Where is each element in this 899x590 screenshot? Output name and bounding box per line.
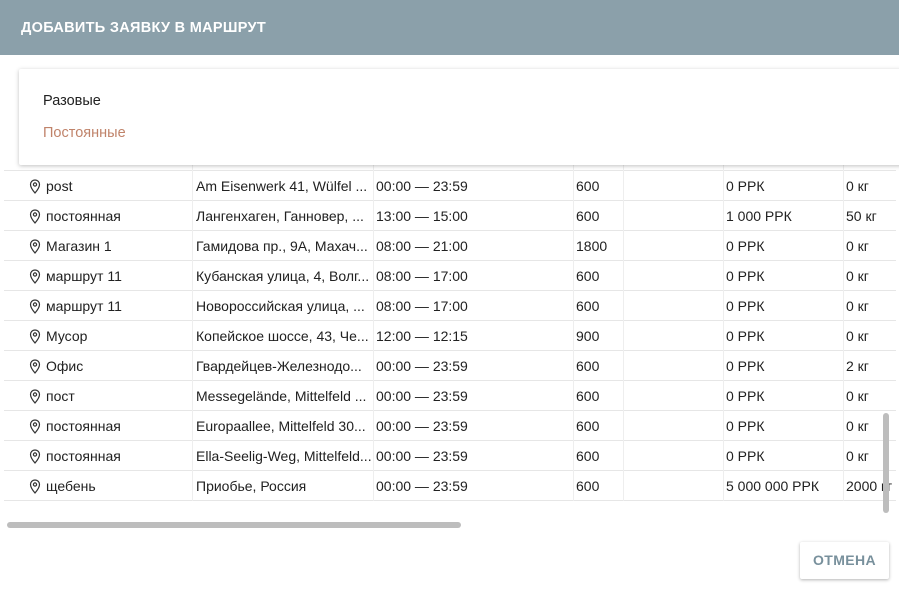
row-price: 0 РРК — [724, 381, 844, 411]
row-price: 0 РРК — [724, 321, 844, 351]
row-empty-cell — [624, 381, 724, 411]
row-empty-cell — [624, 201, 724, 231]
horizontal-scrollbar[interactable] — [7, 522, 461, 528]
table-row[interactable]: маршрут 11 Кубанская улица, 4, Волг... 08:… — [4, 261, 896, 291]
row-price: 0 РРК — [724, 231, 844, 261]
row-name: постоянная — [4, 411, 193, 441]
row-address: Messegelände, Mittelfeld ... — [193, 381, 374, 411]
dialog-title: ДОБАВИТЬ ЗАЯВКУ В МАРШРУТ — [21, 20, 267, 36]
table-row[interactable]: постоянная Ella-Seelig-Weg, Mittelfeld...… — [4, 441, 896, 471]
row-price: 0 РРК — [724, 351, 844, 381]
row-address: Am Eisenwerk 41, Wülfel ... — [193, 171, 374, 201]
row-address: Лангенхаген, Ганновер, ... — [193, 201, 374, 231]
table-row[interactable]: Магазин 1 Гамидова пр., 9А, Махач... 08:00… — [4, 231, 896, 261]
row-time: 00:00 — 23:59 — [374, 171, 574, 201]
row-price: 0 РРК — [724, 411, 844, 441]
row-weight: 50 кг — [846, 208, 877, 224]
row-duration: 900 — [574, 321, 624, 351]
row-empty-cell — [624, 231, 724, 261]
row-weight: 0 кг — [846, 298, 869, 314]
row-address: Ella-Seelig-Weg, Mittelfeld... — [193, 441, 374, 471]
row-name: постоянная — [4, 441, 193, 471]
row-price: 0 РРК — [724, 171, 844, 201]
row-weight: 0 кг — [846, 268, 869, 284]
row-weight: 2 кг — [846, 358, 869, 374]
row-address: Кубанская улица, 4, Волг... — [193, 261, 374, 291]
row-weight: 0 кг — [846, 388, 869, 404]
vertical-scrollbar[interactable] — [883, 413, 889, 513]
row-duration: 600 — [574, 351, 624, 381]
row-price: 0 РРК — [724, 261, 844, 291]
row-empty-cell — [624, 471, 724, 501]
row-address: Гвардейцев-Железнодо... — [193, 351, 374, 381]
dialog-header: ДОБАВИТЬ ЗАЯВКУ В МАРШРУТ — [0, 0, 899, 55]
row-duration: 600 — [574, 471, 624, 501]
table-row[interactable]: пост Messegelände, Mittelfeld ... 00:00 — … — [4, 381, 896, 411]
row-address: Копейское шоссе, 43, Че... — [193, 321, 374, 351]
row-empty-cell — [624, 411, 724, 441]
row-duration: 600 — [574, 381, 624, 411]
row-name: постоянная — [4, 201, 193, 231]
table-row[interactable]: Мусор Копейское шоссе, 43, Че... 12:00 — 1… — [4, 321, 896, 351]
table-row[interactable]: маршрут 11 Новороссийская улица, ... 08:00… — [4, 291, 896, 321]
row-empty-cell — [624, 261, 724, 291]
row-address: Приобье, Россия — [193, 471, 374, 501]
row-empty-cell — [624, 321, 724, 351]
row-name: Магазин 1 — [4, 231, 193, 261]
row-weight: 0 кг — [846, 178, 869, 194]
row-price: 0 РРК — [724, 441, 844, 471]
row-time: 08:00 — 21:00 — [374, 231, 574, 261]
table-row[interactable]: щебень Приобье, Россия 00:00 — 23:59 600 5 0… — [4, 471, 896, 501]
row-duration: 600 — [574, 201, 624, 231]
row-time: 00:00 — 23:59 — [374, 471, 574, 501]
row-duration: 600 — [574, 291, 624, 321]
row-time: 12:00 — 12:15 — [374, 321, 574, 351]
row-duration: 1800 — [574, 231, 624, 261]
table-row[interactable]: постоянная Europaallee, Mittelfeld 30... 0… — [4, 411, 896, 441]
row-duration: 600 — [574, 171, 624, 201]
row-name: маршрут 11 — [4, 261, 193, 291]
row-time: 00:00 — 23:59 — [374, 411, 574, 441]
row-empty-cell — [624, 171, 724, 201]
row-name: post — [4, 171, 193, 201]
row-name: Мусор — [4, 321, 193, 351]
table-row[interactable]: постоянная Лангенхаген, Ганновер, ... 13:0… — [4, 201, 896, 231]
row-duration: 600 — [574, 261, 624, 291]
row-price: 5 000 000 РРК — [724, 471, 844, 501]
request-type-menu: Разовые Постоянные — [19, 69, 899, 165]
row-time: 00:00 — 23:59 — [374, 441, 574, 471]
row-time: 08:00 — 17:00 — [374, 291, 574, 321]
row-address: Europaallee, Mittelfeld 30... — [193, 411, 374, 441]
row-empty-cell — [624, 441, 724, 471]
requests-table: OS 08008Rua do Rocio, São Paulo, ...00:0… — [0, 156, 899, 516]
row-name: пост — [4, 381, 193, 411]
row-name: маршрут 11 — [4, 291, 193, 321]
row-time: 00:00 — 23:59 — [374, 381, 574, 411]
row-empty-cell — [624, 351, 724, 381]
table-row[interactable]: Офис Гвардейцев-Железнодо... 00:00 — 23:59… — [4, 351, 896, 381]
menu-item-one-time[interactable]: Разовые — [43, 93, 101, 109]
row-weight: 0 кг — [846, 238, 869, 254]
table-row[interactable]: post Am Eisenwerk 41, Wülfel ... 00:00 — 2… — [4, 171, 896, 201]
row-name: щебень — [4, 471, 193, 501]
row-address: Гамидова пр., 9А, Махач... — [193, 231, 374, 261]
row-address: Новороссийская улица, ... — [193, 291, 374, 321]
row-empty-cell — [624, 291, 724, 321]
row-price: 0 РРК — [724, 291, 844, 321]
row-duration: 600 — [574, 441, 624, 471]
row-time: 08:00 — 17:00 — [374, 261, 574, 291]
row-name: Офис — [4, 351, 193, 381]
row-weight: 0 кг — [846, 328, 869, 344]
row-duration: 600 — [574, 411, 624, 441]
cancel-button[interactable]: ОТМЕНА — [800, 542, 889, 579]
row-time: 00:00 — 23:59 — [374, 351, 574, 381]
menu-item-permanent[interactable]: Постоянные — [43, 125, 126, 141]
row-time: 13:00 — 15:00 — [374, 201, 574, 231]
row-price: 1 000 РРК — [724, 201, 844, 231]
